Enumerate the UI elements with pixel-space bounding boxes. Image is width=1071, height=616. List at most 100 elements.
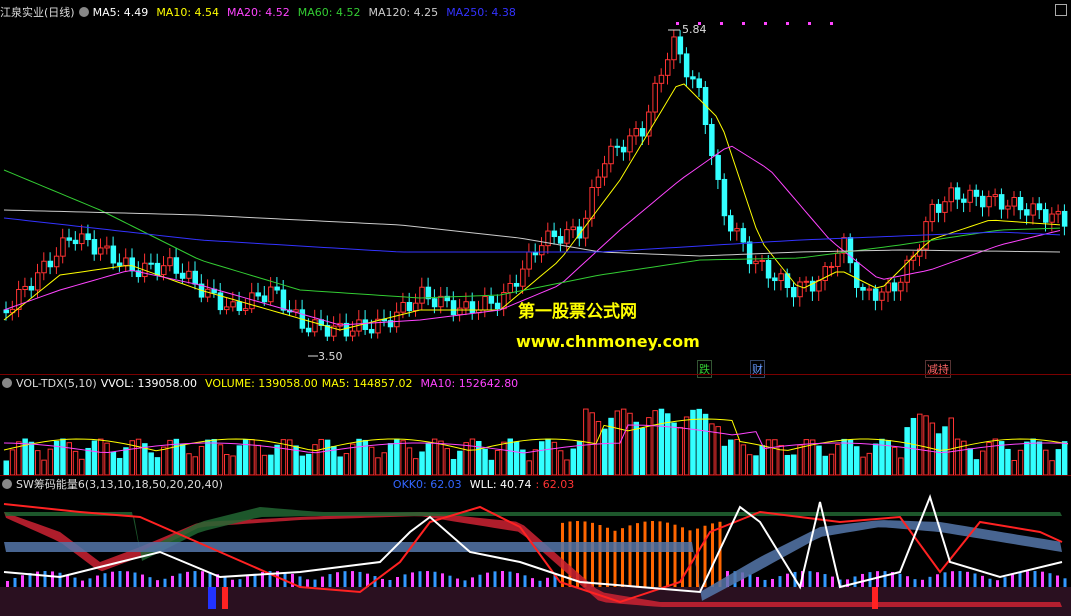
indicator-chart[interactable]: [0, 492, 1071, 616]
candlestick: [854, 262, 860, 288]
candlestick: [280, 289, 287, 311]
main-chart-header: 江泉实业(日线) MA5: 4.49 MA10: 4.54 MA20: 4.52…: [0, 4, 524, 20]
candlestick: [419, 286, 425, 304]
energy-bar: [756, 576, 759, 587]
candlestick: [261, 295, 268, 303]
indicator-name: SW筹码能量6(3,13,10,18,50,20,20,40): [16, 478, 223, 491]
energy-bar: [883, 571, 887, 587]
candlestick: [797, 281, 803, 298]
volume-bar: [123, 447, 129, 475]
candlestick: [28, 285, 35, 291]
high-price-label: 5.84: [682, 23, 707, 36]
volume-bar: [652, 410, 658, 475]
volume-bar: [998, 441, 1005, 475]
volume-bar: [242, 439, 249, 475]
energy-bar: [381, 578, 384, 587]
volume-bar: [539, 441, 545, 475]
volume-bar: [658, 408, 665, 475]
candlestick: [161, 265, 167, 276]
volume-bar: [570, 448, 576, 475]
volume-bar: [602, 428, 608, 475]
volume-bar: [318, 438, 324, 475]
volume-bar: [381, 452, 387, 475]
signal-dot: [720, 22, 723, 25]
energy-bar: [306, 579, 309, 587]
volume-bar: [671, 422, 677, 475]
close-box-icon[interactable]: [1055, 4, 1067, 16]
volume-bar: [400, 440, 406, 475]
candlestick: [1011, 197, 1017, 207]
energy-bar: [126, 571, 129, 587]
volume-bar: [728, 439, 734, 475]
candlestick: [406, 301, 413, 312]
candlestick: [980, 195, 986, 208]
volume-bar: [28, 441, 35, 475]
candlestick: [627, 135, 633, 153]
energy-bar: [43, 571, 47, 587]
energy-bar: [583, 521, 587, 587]
candlestick: [803, 280, 810, 283]
energy-bar: [973, 573, 977, 587]
volume-chart[interactable]: [0, 391, 1071, 475]
volume-bar: [677, 426, 684, 475]
volume-bar: [898, 457, 904, 475]
energy-bar: [223, 576, 227, 587]
volume-bar: [620, 408, 627, 475]
candlestick: [494, 302, 501, 310]
signal-dot: [808, 22, 811, 25]
event-tag-reduce[interactable]: 减持: [925, 360, 951, 378]
event-tag-drop[interactable]: 跌: [697, 360, 712, 378]
volume-bar: [255, 444, 261, 475]
settings-toggle-icon[interactable]: [2, 378, 12, 388]
volume-bar: [85, 447, 91, 475]
candlestick: [721, 178, 728, 217]
volume-bar: [828, 453, 835, 475]
event-tag-finance[interactable]: 财: [750, 360, 765, 378]
energy-bar: [951, 571, 954, 587]
candlestick: [116, 262, 123, 266]
energy-bar: [711, 523, 714, 587]
candlestick: [872, 288, 879, 301]
energy-bar: [546, 577, 549, 587]
energy-bar: [396, 576, 399, 587]
energy-bar: [358, 571, 362, 587]
volume-bar: [9, 449, 16, 475]
volume-bar: [1017, 449, 1024, 475]
volume-bar: [387, 443, 394, 475]
candlestick: [148, 262, 154, 265]
candlestick: [520, 268, 526, 287]
energy-bar: [651, 521, 654, 587]
ma10-label: MA10: 4.54: [156, 5, 220, 19]
energy-bar: [1056, 575, 1059, 587]
candlestick: [765, 259, 772, 279]
volume-bar: [394, 438, 400, 475]
volume-bar: [759, 445, 765, 475]
candlestick: [860, 286, 866, 291]
volume-bar: [135, 438, 142, 475]
candlestick: [885, 282, 891, 293]
volume-bar: [910, 417, 917, 475]
volume-bar: [161, 446, 167, 475]
volume-bar: [268, 454, 274, 475]
energy-bar: [501, 571, 504, 587]
volume-bar: [343, 453, 350, 475]
energy-bar: [1048, 573, 1052, 587]
candlestick: [992, 194, 999, 198]
energy-bar: [321, 576, 324, 587]
volume-bar: [205, 439, 211, 475]
volume-bar: [923, 415, 929, 475]
volume-bar: [715, 426, 721, 475]
volume-bar: [280, 439, 287, 475]
volume-bar: [35, 450, 41, 475]
settings-toggle-icon[interactable]: [2, 479, 12, 489]
volume-bar: [368, 446, 375, 475]
candlestick: [866, 288, 873, 291]
candlestick: [828, 265, 835, 268]
candlestick: [400, 301, 406, 313]
settings-toggle-icon[interactable]: [78, 7, 89, 17]
volume-bar: [526, 460, 532, 475]
volume-bar: [419, 451, 425, 475]
volume-bar: [469, 438, 476, 475]
watermark-site-name: 第一股票公式网: [518, 302, 637, 322]
candlestick: [438, 295, 444, 308]
